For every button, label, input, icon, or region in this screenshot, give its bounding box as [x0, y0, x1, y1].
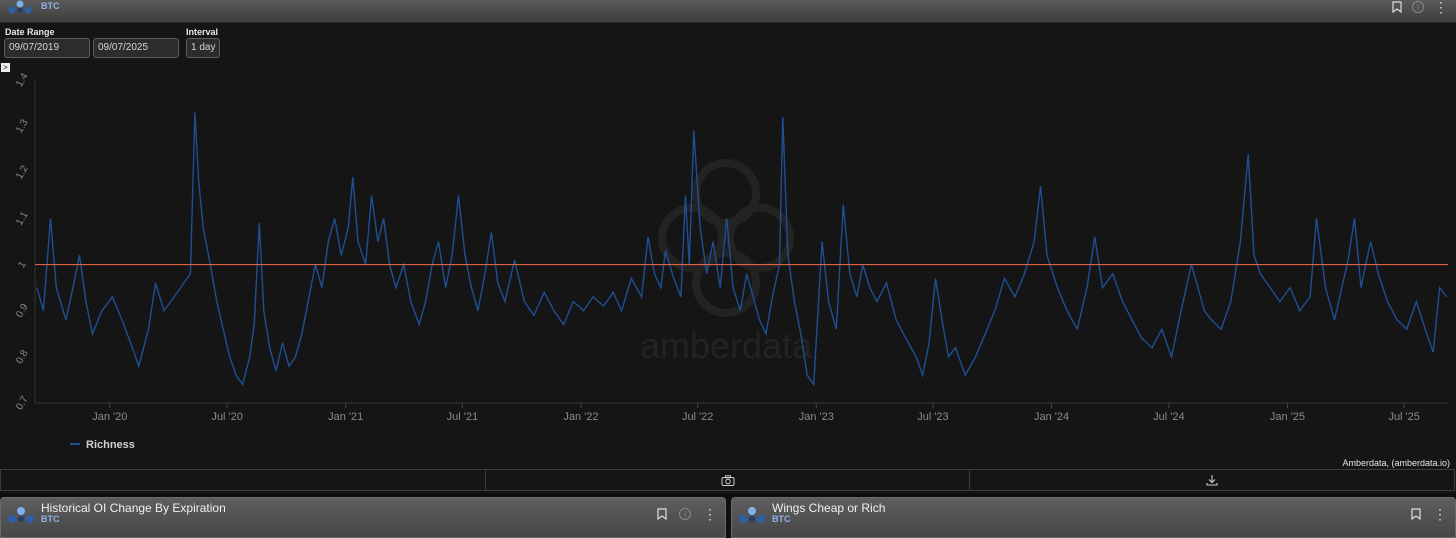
card-wings-cheap-or-rich[interactable]: Wings Cheap or Rich BTC ⋮ — [731, 497, 1456, 538]
more-vertical-icon[interactable]: ⋮ — [703, 507, 717, 521]
x-tick-label: Jul '22 — [682, 411, 713, 423]
y-tick-label: 1.3 — [14, 117, 31, 135]
card-title: Historical OI Change By Expiration — [41, 501, 226, 515]
download-icon — [1206, 475, 1218, 486]
y-tick-label: 0.7 — [14, 394, 31, 412]
watermark-text: amberdata — [640, 325, 813, 366]
y-tick-label: 0.9 — [14, 302, 31, 320]
widget-header: BTC i ⋮ — [0, 0, 1456, 23]
x-tick-label: Jan '25 — [1270, 411, 1305, 423]
toolbar-left-cell — [1, 470, 486, 490]
chart-toolbar — [0, 469, 1455, 491]
x-tick-label: Jan '24 — [1034, 411, 1069, 423]
x-tick-label: Jan '20 — [92, 411, 127, 423]
x-tick-label: Jul '24 — [1153, 411, 1184, 423]
info-icon[interactable]: i — [679, 508, 691, 520]
y-tick-label: 1.1 — [14, 210, 31, 228]
y-tick-label: 1.2 — [14, 163, 31, 181]
x-tick-label: Jul '20 — [211, 411, 242, 423]
y-tick-label: 1.4 — [14, 71, 31, 89]
x-tick-label: Jul '21 — [447, 411, 478, 423]
download-button[interactable] — [970, 470, 1454, 490]
bookmark-icon[interactable] — [657, 508, 667, 520]
chart-credit[interactable]: Amberdata, (amberdata.io) — [1342, 458, 1450, 468]
y-tick-label: 1 — [16, 259, 29, 270]
x-tick-label: Jan '21 — [328, 411, 363, 423]
card-historical-oi-change[interactable]: Historical OI Change By Expiration BTC i… — [0, 497, 726, 538]
card-subtitle: BTC — [41, 514, 60, 524]
y-tick-label: 0.8 — [14, 348, 31, 366]
amberdata-logo-icon — [739, 507, 765, 523]
card-subtitle: BTC — [772, 514, 791, 524]
card-title: Wings Cheap or Rich — [772, 501, 886, 515]
x-tick-label: Jan '23 — [799, 411, 834, 423]
more-vertical-icon[interactable]: ⋮ — [1433, 507, 1447, 521]
amberdata-logo-icon — [8, 0, 32, 14]
legend-label-richness[interactable]: Richness — [86, 439, 135, 451]
more-vertical-icon[interactable]: ⋮ — [1434, 0, 1448, 14]
legend[interactable]: Richness — [70, 439, 135, 451]
screenshot-button[interactable] — [486, 470, 971, 490]
widget-subtitle: BTC — [41, 1, 60, 11]
richness-chart[interactable]: amberdata 0.7 0.8 0.9 1 1.1 1.2 1.3 1.4 Jan '20… — [0, 23, 1456, 469]
amberdata-logo-icon — [8, 507, 34, 523]
bookmark-icon[interactable] — [1411, 508, 1421, 520]
x-tick-label: Jan '22 — [563, 411, 598, 423]
x-tick-label: Jul '23 — [917, 411, 948, 423]
info-icon[interactable]: i — [1412, 1, 1424, 13]
bookmark-icon[interactable] — [1392, 1, 1402, 13]
chart-panel: Date Range 09/07/2019 09/07/2025 Interva… — [0, 23, 1456, 493]
camera-icon — [721, 474, 734, 486]
x-tick-label: Jul '25 — [1388, 411, 1419, 423]
